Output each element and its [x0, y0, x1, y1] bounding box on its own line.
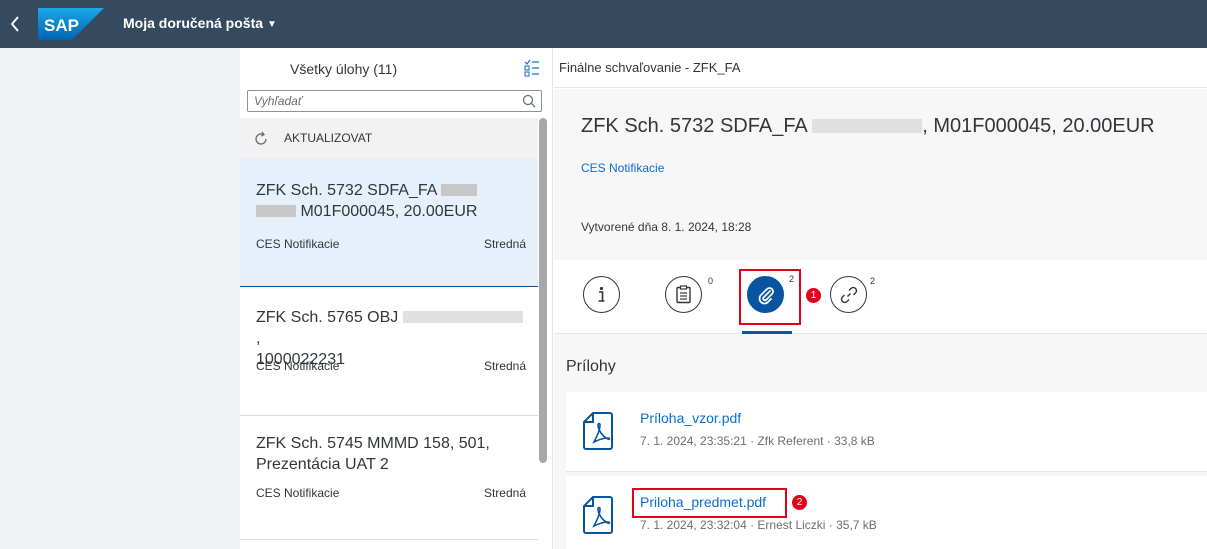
tab-info[interactable]	[583, 276, 620, 313]
search-icon[interactable]	[522, 94, 536, 108]
back-button[interactable]	[0, 7, 30, 41]
notes-count: 0	[708, 276, 714, 286]
attachment-meta: 7. 1. 2024, 23:32:04 · Ernest Liczki · 3…	[640, 518, 877, 532]
shell-bar: SAP Moja doručená pošta ▼	[0, 0, 1207, 48]
app-title[interactable]: Moja doručená pošta ▼	[123, 15, 277, 31]
detail-top-title: Finálne schvaľovanie - ZFK_FA	[559, 60, 741, 75]
list-item-priority: Stredná	[483, 359, 526, 373]
tab-notes[interactable]	[665, 276, 702, 313]
step-marker-1: 1	[806, 288, 821, 303]
list-scrollbar[interactable]	[539, 118, 547, 463]
master-list: Všetky úlohy (11) Vyhľadať AKTUALIZOVAT …	[240, 48, 553, 549]
attachment-meta: 7. 1. 2024, 23:35:21 · Zfk Referent · 33…	[640, 434, 875, 448]
detail-topbar: Finálne schvaľovanie - ZFK_FA	[554, 48, 1207, 88]
attachment-name[interactable]: Príloha_vzor.pdf	[640, 410, 741, 426]
app-title-label: Moja doručená pošta	[123, 15, 264, 31]
sort-icon[interactable]	[522, 58, 542, 78]
list-item-title: ZFK Sch. 5745 MMMD 158, 501, Prezentácia…	[256, 435, 490, 473]
refresh-button[interactable]: AKTUALIZOVAT	[240, 118, 538, 158]
highlight-box-attachment	[632, 488, 787, 518]
list-item-subtitle: CES Notifikacie	[256, 237, 340, 251]
detail-heading: ZFK Sch. 5732 SDFA_FA , M01F000045, 20.0…	[581, 115, 1155, 137]
search-placeholder: Vyhľadať	[254, 94, 303, 108]
list-item-subtitle: CES Notifikacie	[256, 486, 340, 500]
list-item-title: ZFK Sch. 5732 SDFA_FA M01F000045, 20.00E…	[256, 182, 478, 220]
icon-tab-bar: 0 2 1 2	[554, 260, 1207, 334]
master-header: Všetky úlohy (11)	[240, 48, 553, 88]
title-caret-icon: ▼	[267, 19, 277, 30]
refresh-icon	[255, 131, 267, 145]
search-input[interactable]: Vyhľadať	[247, 90, 542, 112]
list-item[interactable]: ZFK Sch. 5765 OBJ , 1000022231 CES Notif…	[240, 287, 538, 416]
tab-links[interactable]	[830, 276, 867, 313]
list-item-priority: Stredná	[483, 486, 526, 500]
detail-header: ZFK Sch. 5732 SDFA_FA , M01F000045, 20.0…	[554, 89, 1207, 260]
refresh-label: AKTUALIZOVAT	[284, 131, 373, 145]
sap-logo[interactable]: SAP	[38, 8, 104, 40]
step-marker-2: 2	[792, 495, 807, 510]
list-item-subtitle: CES Notifikacie	[256, 359, 340, 373]
sap-logo-text: SAP	[44, 16, 79, 35]
created-date: Vytvorené dňa 8. 1. 2024, 18:28	[581, 220, 752, 234]
link-icon	[840, 286, 858, 304]
attachments-section: Prílohy Príloha_vzor.pdf 7. 1. 2024, 23:…	[554, 334, 1207, 549]
attachments-heading: Prílohy	[566, 358, 616, 375]
notes-icon	[676, 285, 691, 304]
info-icon	[598, 286, 605, 302]
list-item[interactable]: ZFK Sch. 5745 MMMD 158, 501, Prezentácia…	[240, 416, 538, 540]
detail-link[interactable]: CES Notifikacie	[581, 161, 664, 175]
chevron-left-icon	[10, 16, 19, 32]
master-title: Všetky úlohy (11)	[290, 61, 398, 77]
highlight-box-attachments-tab	[739, 269, 801, 325]
list-item[interactable]: ZFK Sch. 5732 SDFA_FA M01F000045, 20.00E…	[240, 158, 538, 287]
attachment-item[interactable]: Príloha_vzor.pdf 7. 1. 2024, 23:35:21 · …	[566, 392, 1207, 472]
pdf-file-icon	[583, 412, 613, 450]
pdf-file-icon	[583, 496, 613, 534]
list-item-priority: Stredná	[483, 237, 526, 251]
links-count: 2	[870, 276, 876, 286]
left-background	[0, 48, 240, 549]
